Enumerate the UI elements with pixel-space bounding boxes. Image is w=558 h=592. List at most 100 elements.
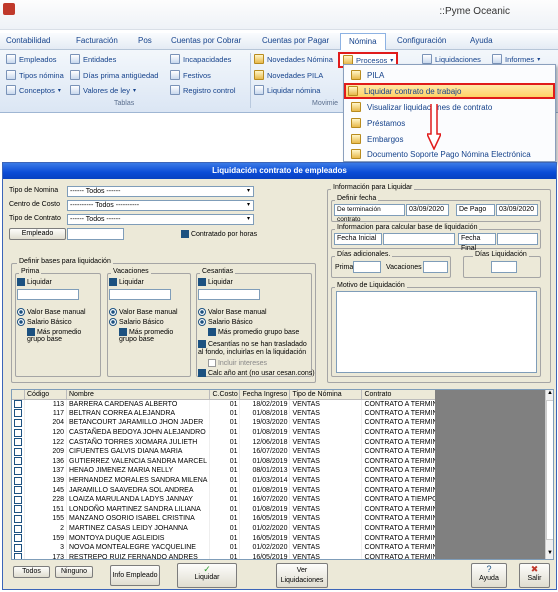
row-checkbox-cell[interactable] bbox=[12, 399, 25, 409]
row-checkbox-cell[interactable] bbox=[12, 427, 25, 438]
contratado-horas-option[interactable]: Contratado por horas bbox=[181, 230, 257, 238]
vacaciones-liquidar[interactable]: Liquidar bbox=[109, 278, 144, 286]
de-pago-input[interactable]: 03/09/2020 bbox=[496, 204, 538, 216]
row-checkbox-cell[interactable] bbox=[12, 514, 25, 524]
checkbox[interactable] bbox=[14, 524, 22, 533]
radio[interactable] bbox=[17, 318, 25, 326]
liquidar-button[interactable]: ✓ Liquidar bbox=[177, 563, 237, 588]
scroll-up-icon[interactable]: ▲ bbox=[546, 390, 553, 398]
checkbox[interactable] bbox=[14, 400, 22, 409]
tipo-contrato-select[interactable]: ------ Todos ------ ▾ bbox=[67, 214, 254, 225]
tipo-nomina-select[interactable]: ------ Todos ------ ▾ bbox=[67, 186, 254, 197]
ribbon-valores-ley[interactable]: Valores de ley ▾ bbox=[70, 85, 136, 95]
vacaciones-dias-input[interactable] bbox=[423, 261, 448, 273]
ribbon-empleados[interactable]: Empleados bbox=[6, 54, 57, 64]
checkbox[interactable] bbox=[14, 409, 22, 418]
ribbon-dias-prima[interactable]: Días prima antigüedad bbox=[70, 70, 158, 80]
ayuda-button[interactable]: ? Ayuda bbox=[471, 563, 507, 588]
menu-facturacion[interactable]: Facturación bbox=[76, 36, 118, 45]
row-checkbox-cell[interactable] bbox=[12, 456, 25, 467]
prima-dias-input[interactable] bbox=[353, 261, 381, 273]
todos-button[interactable]: Todos bbox=[13, 566, 50, 578]
ribbon-festivos[interactable]: Festivos bbox=[170, 70, 211, 80]
radio[interactable] bbox=[109, 308, 117, 316]
vacaciones-salario-basico[interactable]: Salario Básico bbox=[109, 318, 164, 326]
row-checkbox-cell[interactable] bbox=[12, 418, 25, 428]
ribbon-registro-control[interactable]: Registro control bbox=[170, 85, 236, 95]
salir-button[interactable]: ✖ Salir bbox=[519, 563, 550, 588]
menu-contabilidad[interactable]: Contabilidad bbox=[6, 36, 50, 45]
row-checkbox-cell[interactable] bbox=[12, 533, 25, 543]
table-row[interactable]: 159 MONTOYA DUQUE AGLEIDIS 01 16/05/2019 VEN… bbox=[12, 533, 447, 543]
menu-nomina[interactable]: Nómina bbox=[340, 33, 386, 51]
checkbox[interactable] bbox=[198, 369, 206, 377]
vacaciones-valor-base-manual[interactable]: Valor Base manual bbox=[109, 308, 178, 316]
checkbox[interactable] bbox=[14, 495, 22, 504]
table-row[interactable]: 139 HERNANDEZ MORALES SANDRA MILENA 01 01/0… bbox=[12, 475, 447, 486]
col-fecha-ingreso[interactable]: Fecha Ingreso bbox=[239, 390, 291, 400]
checkbox[interactable] bbox=[17, 278, 25, 286]
checkbox[interactable] bbox=[14, 476, 22, 485]
fecha-inicial-input[interactable] bbox=[383, 233, 455, 245]
de-terminacion-input[interactable]: 03/09/2020 bbox=[406, 204, 449, 216]
cesantias-liquidar[interactable]: Liquidar bbox=[198, 278, 233, 286]
radio[interactable] bbox=[17, 308, 25, 316]
ver-liquidaciones-button[interactable]: Ver Liquidaciones bbox=[276, 563, 328, 588]
menu-item-visualizar-liquidaciones[interactable]: Visualizar liquidaciones de contrato bbox=[349, 100, 552, 114]
scroll-down-icon[interactable]: ▼ bbox=[546, 550, 553, 558]
incluir-intereses[interactable]: Incluir intereses bbox=[208, 359, 267, 367]
checkbox[interactable] bbox=[14, 514, 22, 523]
row-checkbox-cell[interactable] bbox=[12, 542, 25, 553]
empleado-input[interactable] bbox=[67, 228, 124, 240]
prima-liquidar[interactable]: Liquidar bbox=[17, 278, 52, 286]
centro-costo-select[interactable]: ---------- Todos ---------- ▾ bbox=[67, 200, 254, 211]
table-row[interactable]: 151 LONDOÑO MARTINEZ SANDRA LILIANA 01 01/0… bbox=[12, 504, 447, 515]
menu-cuentas-cobrar[interactable]: Cuentas por Cobrar bbox=[171, 36, 241, 45]
checkbox[interactable] bbox=[198, 278, 206, 286]
menu-item-embargos[interactable]: Embargos bbox=[349, 132, 552, 146]
checkbox[interactable] bbox=[14, 418, 22, 427]
calc-ano-ant[interactable]: Calc año ant (no usar cesan.cons) bbox=[198, 369, 315, 377]
table-row[interactable]: 113 BARRERA CARDENAS ALBERTO 01 18/02/2019 V… bbox=[12, 399, 447, 409]
menu-cuentas-pagar[interactable]: Cuentas por Pagar bbox=[262, 36, 329, 45]
checkbox[interactable] bbox=[14, 428, 22, 437]
table-row[interactable]: 117 BELTRAN CORREA ALEJANDRA 01 01/08/2018 V… bbox=[12, 408, 447, 419]
checkbox[interactable] bbox=[181, 230, 189, 238]
vacaciones-mas-promedio[interactable]: Más promedio grupo base bbox=[119, 328, 179, 343]
checkbox[interactable] bbox=[14, 553, 22, 559]
checkbox[interactable] bbox=[14, 447, 22, 456]
table-row[interactable]: 209 CIFUENTES GALVIS DIANA MARIA 01 16/07/2… bbox=[12, 446, 447, 457]
ribbon-novedades-nomina[interactable]: Novedades Nómina bbox=[254, 54, 333, 64]
table-row[interactable]: 155 MANZANO OSORIO ISABEL CRISTINA 01 16/05… bbox=[12, 514, 447, 524]
prima-salario-basico[interactable]: Salario Básico bbox=[17, 318, 72, 326]
cesantias-valor-base-manual[interactable]: Valor Base manual bbox=[198, 308, 267, 316]
col-codigo[interactable]: Código bbox=[24, 390, 67, 400]
vertical-scrollbar[interactable]: ▲ ▼ bbox=[545, 390, 553, 559]
menu-item-liquidar-contrato[interactable]: Liquidar contrato de trabajo bbox=[344, 83, 555, 99]
checkbox[interactable] bbox=[119, 328, 127, 336]
checkbox[interactable] bbox=[208, 359, 216, 367]
checkbox[interactable] bbox=[27, 328, 35, 336]
radio[interactable] bbox=[198, 308, 206, 316]
col-contrato[interactable]: Contrato bbox=[361, 390, 447, 400]
radio[interactable] bbox=[198, 318, 206, 326]
ribbon-liquidaciones[interactable]: Liquidaciones bbox=[422, 54, 481, 64]
menu-item-pila[interactable]: PILA bbox=[349, 68, 552, 82]
cesantias-valor-input[interactable] bbox=[198, 289, 260, 300]
checkbox[interactable] bbox=[14, 505, 22, 514]
table-row[interactable]: 3 NOVOA MONTEALEGRE YACQUELINE 01 01/02/202… bbox=[12, 542, 447, 553]
table-row[interactable]: 2 MARTINEZ CASAS LEIDY JOHANNA 01 01/02/202… bbox=[12, 523, 447, 534]
cesantias-no-trasladado[interactable]: Cesantías no se han trasladado al fondo,… bbox=[198, 340, 310, 357]
menu-item-documento-soporte[interactable]: Documento Soporte Pago Nómina Electrónic… bbox=[349, 147, 552, 161]
cesantias-mas-promedio[interactable]: Más promedio grupo base bbox=[208, 328, 299, 336]
row-checkbox-cell[interactable] bbox=[12, 494, 25, 505]
row-checkbox-cell[interactable] bbox=[12, 523, 25, 534]
ribbon-incapacidades[interactable]: Incapacidades bbox=[170, 54, 231, 64]
motivo-textarea[interactable] bbox=[336, 291, 537, 373]
row-checkbox-cell[interactable] bbox=[12, 552, 25, 559]
row-checkbox-cell[interactable] bbox=[12, 504, 25, 515]
checkbox[interactable] bbox=[14, 486, 22, 495]
menu-item-prestamos[interactable]: Préstamos bbox=[349, 116, 552, 130]
checkbox[interactable] bbox=[14, 543, 22, 552]
table-row[interactable]: 136 GUTIERREZ VALENCIA SANDRA MARCEL 01 01/… bbox=[12, 456, 447, 467]
